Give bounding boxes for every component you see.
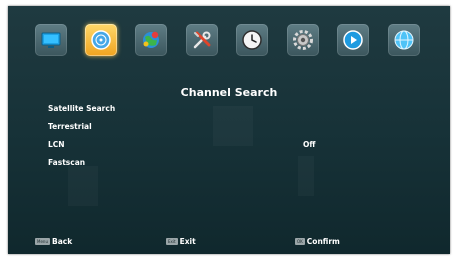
menu-item-satellite-search[interactable]: Satellite Search <box>48 104 115 113</box>
confirm-button[interactable]: OK Confirm <box>295 237 340 246</box>
exit-button[interactable]: Exit Exit <box>166 237 196 246</box>
menu-tile-time[interactable] <box>236 24 268 56</box>
tv-icon <box>41 32 61 48</box>
menu-item-fastscan[interactable]: Fastscan <box>48 158 85 167</box>
tools-icon <box>193 31 211 49</box>
settings-gear-icon <box>293 30 313 50</box>
clock-icon <box>242 30 262 50</box>
menu-tile-network[interactable] <box>388 24 420 56</box>
network-globe-icon <box>394 30 414 50</box>
menu-screen: Channel Search Satellite Search Terrestr… <box>8 6 450 254</box>
main-menu-icon-bar <box>8 6 450 76</box>
menu-key-icon: Menu <box>35 238 50 245</box>
menu-item-terrestrial[interactable]: Terrestrial <box>48 122 92 131</box>
ok-key-icon: OK <box>295 238 305 245</box>
menu-tile-search[interactable] <box>85 24 117 56</box>
play-icon <box>343 30 363 50</box>
menu-tile-media[interactable] <box>337 24 369 56</box>
globe-apps-icon <box>143 31 159 48</box>
menu-tile-settings[interactable] <box>287 24 319 56</box>
lcn-value[interactable]: Off <box>303 140 315 149</box>
back-label: Back <box>51 237 73 246</box>
menu-tile-tools[interactable] <box>186 24 218 56</box>
disc-search-icon <box>91 30 111 50</box>
menu-item-lcn[interactable]: LCN <box>48 140 65 149</box>
exit-key-icon: Exit <box>166 238 178 245</box>
confirm-label: Confirm <box>306 237 340 246</box>
background-decoration <box>213 106 253 146</box>
menu-tile-tv[interactable] <box>35 24 67 56</box>
page-title: Channel Search <box>180 86 278 99</box>
exit-label: Exit <box>179 237 196 246</box>
background-decoration <box>68 166 98 206</box>
background-decoration <box>298 156 314 196</box>
back-button[interactable]: Menu Back <box>35 237 72 246</box>
menu-tile-apps[interactable] <box>135 24 167 56</box>
